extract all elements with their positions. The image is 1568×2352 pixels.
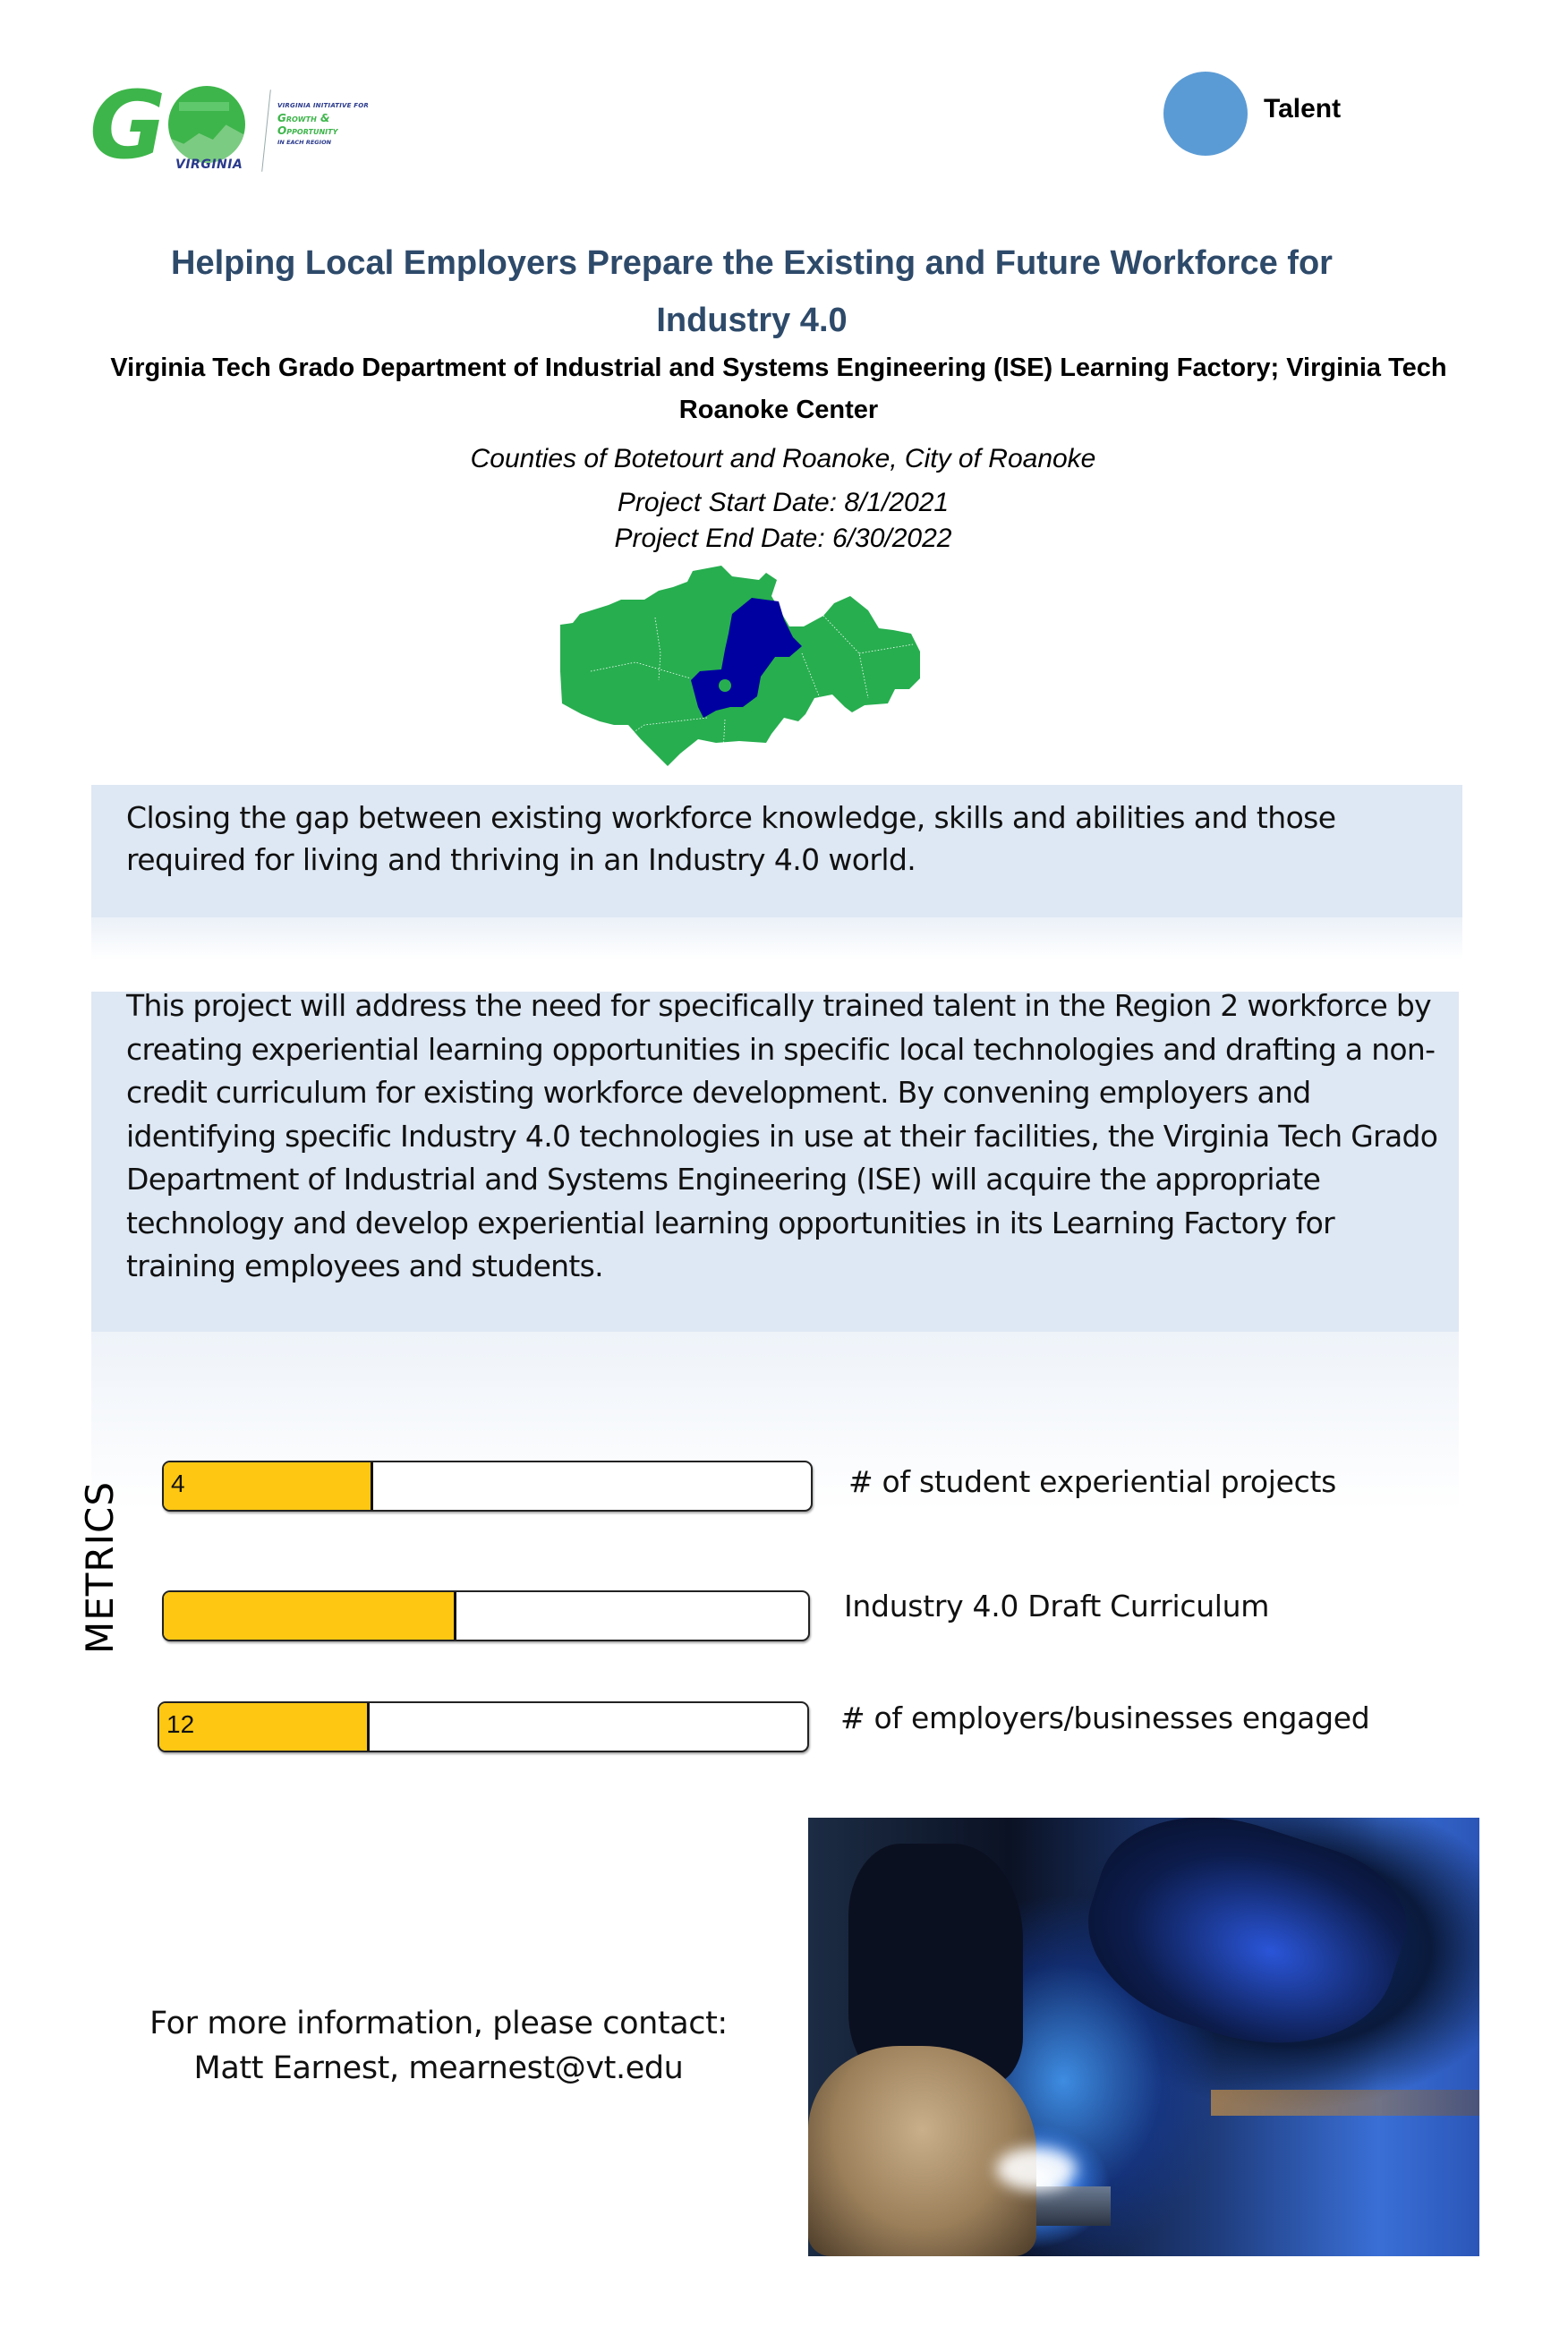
logo-tagline-opportunity: Opportunity [277,124,338,137]
summary-headline: Closing the gap between existing workfor… [126,800,1336,877]
metric-label: # of student experiential projects [848,1464,1337,1499]
photo-glove [808,2045,1036,2256]
category-dot-icon [1163,72,1248,156]
photo-background-shelf [1211,2089,1479,2117]
logo-virginia-globe-icon [168,86,245,163]
metric-progress-bar: 4 [162,1461,813,1512]
metric-value: 12 [166,1710,195,1738]
map-roanoke-city [719,679,731,692]
photo-weld-glow [996,2146,1077,2191]
organization-name: Virginia Tech Grado Department of Indust… [110,354,1447,424]
contact-name-email: Matt Earnest, mearnest@vt.edu [193,2050,684,2086]
project-description: This project will address the need for s… [126,988,1438,1283]
logo-wordmark: VIRGINIA [175,158,243,172]
welding-photo [808,1818,1479,2256]
logo-divider [261,89,271,172]
metric-progress-bar: 12 [158,1701,809,1752]
logo-tagline-growth: Growth & [277,112,330,124]
page-title: Helping Local Employers Prepare the Exis… [171,244,1333,339]
logo-tagline-main: Growth & Opportunity [277,112,337,137]
photo-welding-helmet [1065,1818,1424,2080]
logo-mountain-shape [168,124,245,163]
summary-box-shadow [91,917,1462,960]
contact-prompt: For more information, please contact: [149,2006,728,2041]
metrics-section-label: METRICS [78,1481,122,1654]
project-end-date: Project End Date: 6/30/2022 [614,524,952,553]
project-start-date: Project Start Date: 8/1/2021 [617,488,950,517]
metric-label: Industry 4.0 Draft Curriculum [844,1589,1270,1623]
metric-label: # of employers/businesses engaged [840,1700,1370,1735]
category-label: Talent [1264,94,1342,124]
metric-progress-bar [162,1590,810,1641]
logo-tagline-top: VIRGINIA INITIATIVE FOR [277,102,370,109]
metric-progress-fill [164,1462,374,1510]
project-locality: Counties of Botetourt and Roanoke, City … [470,444,1096,473]
go-virginia-logo: G VIRGINIA VIRGINIA INITIATIVE FOR Growt… [89,71,376,180]
metric-progress-fill [164,1592,456,1640]
region-map [560,566,920,766]
logo-tagline-bottom: IN EACH REGION [277,139,332,146]
metric-value: 4 [171,1470,185,1497]
contact-info: For more information, please contact: Ma… [107,2001,770,2091]
logo-letter-g: G [89,71,166,180]
logo-arrow-icon [179,102,229,111]
